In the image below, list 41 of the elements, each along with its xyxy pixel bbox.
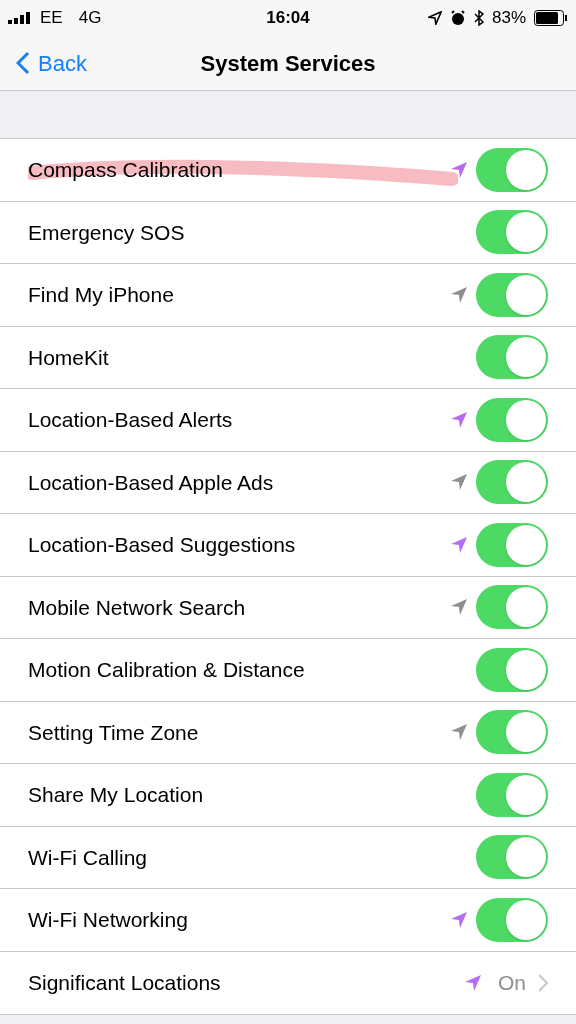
toggle-switch[interactable] <box>476 210 548 255</box>
setting-label: Location-Based Alerts <box>28 407 234 433</box>
setting-label: HomeKit <box>28 344 110 371</box>
carrier-text: EE <box>40 7 63 30</box>
setting-label: Find My iPhone <box>28 282 175 308</box>
setting-label: Compass Calibration <box>28 157 224 183</box>
toggle-switch[interactable] <box>476 272 548 317</box>
toggle-switch[interactable] <box>476 397 548 442</box>
setting-label: Wi-Fi Networking <box>28 907 189 933</box>
network-text: 4G <box>78 7 102 30</box>
toggle-switch[interactable] <box>476 710 548 755</box>
toggle-switch[interactable] <box>476 585 548 630</box>
toggle-switch[interactable] <box>476 772 548 817</box>
setting-label: Location-Based Apple Ads <box>28 469 275 496</box>
toggle-switch[interactable] <box>476 835 548 880</box>
page-title: System Services <box>200 49 376 78</box>
chevron-left-icon <box>16 51 30 75</box>
toggle-switch[interactable] <box>476 335 548 380</box>
time-text: 16:04 <box>266 7 310 30</box>
toggle-switch[interactable] <box>476 897 548 942</box>
bluetooth-icon <box>474 10 484 26</box>
battery-icon <box>534 10 568 26</box>
setting-label: Location-Based Suggestions <box>28 532 297 558</box>
setting-value: On <box>498 970 526 996</box>
signal-icon <box>8 12 32 24</box>
chevron-right-icon <box>538 973 548 992</box>
setting-label: Emergency SOS <box>28 219 186 246</box>
toggle-switch[interactable] <box>476 647 548 692</box>
toggle-switch[interactable] <box>476 522 548 567</box>
setting-label: Share My Location <box>28 782 205 808</box>
toggle-switch[interactable] <box>476 147 548 192</box>
toggle-switch[interactable] <box>476 460 548 505</box>
setting-label: Wi-Fi Calling <box>28 844 148 871</box>
location-arrow-icon <box>428 11 442 25</box>
setting-label: Setting Time Zone <box>28 719 200 746</box>
back-button[interactable]: Back <box>0 46 87 80</box>
battery-percent-text: 83% <box>492 7 526 30</box>
alarm-clock-icon <box>450 10 466 26</box>
setting-label: Motion Calibration & Distance <box>28 657 306 683</box>
setting-label: Significant Locations <box>28 970 222 996</box>
setting-label: Mobile Network Search <box>28 594 247 621</box>
